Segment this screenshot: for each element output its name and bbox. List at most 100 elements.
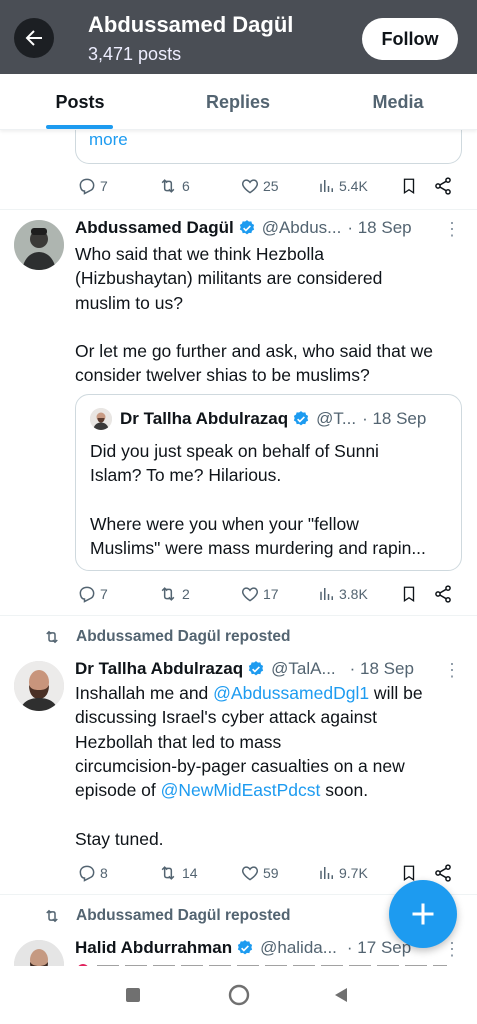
tweet-text-line: Stay tuned.: [75, 828, 164, 849]
tweet-text[interactable]: Inshallah me and @AbdussamedDgl1 will be…: [75, 681, 465, 851]
author-name[interactable]: Halid Abdurrahman: [75, 938, 232, 958]
quote-card-tail[interactable]: more: [75, 130, 462, 164]
triangle-back-icon: [335, 988, 347, 1002]
more-options-icon[interactable]: ⋮: [443, 218, 461, 240]
quoted-tweet-card[interactable]: Dr Tallha Abdulrazaq @T... · 18 Sep Did …: [75, 394, 462, 571]
tweet-text-line: discussing Israel's cyber attack against: [75, 707, 377, 728]
author-handle[interactable]: @Abdus...: [262, 218, 342, 238]
quoted-author-name: Dr Tallha Abdulrazaq: [120, 409, 289, 428]
tweet-header: Abdussamed Dagül @Abdus... · 18 Sep: [75, 215, 412, 241]
tab-posts[interactable]: Posts: [20, 74, 140, 130]
quoted-tweet-text: Did you just speak on behalf of Sunni Is…: [90, 439, 450, 560]
verified-badge-icon: [238, 219, 256, 237]
reply-button[interactable]: 7: [77, 171, 108, 201]
back-nav-button[interactable]: [328, 982, 354, 1008]
share-button[interactable]: [433, 171, 456, 201]
repost-icon: [161, 587, 175, 601]
tweet-text-line: muslim to us?: [75, 292, 183, 313]
post-count: 3,471 posts: [88, 44, 182, 64]
author-name[interactable]: Abdussamed Dagül: [75, 218, 234, 238]
back-button[interactable]: [14, 18, 54, 58]
author-handle[interactable]: @halida...: [260, 938, 337, 958]
like-count: 59: [263, 865, 279, 881]
share-icon: [435, 864, 451, 882]
views-button[interactable]: 3.8K: [318, 579, 368, 609]
follow-button[interactable]: Follow: [362, 18, 458, 60]
avatar[interactable]: [14, 940, 64, 966]
avatar[interactable]: [14, 661, 64, 711]
tweet-text-line: [75, 802, 465, 826]
repost-button[interactable]: 2: [157, 579, 190, 609]
heart-icon: [241, 587, 259, 602]
repost-indicator[interactable]: Abdussamed Dagül reposted: [42, 905, 290, 927]
bookmark-button[interactable]: [400, 579, 421, 609]
reply-count: 7: [100, 586, 108, 602]
repost-button[interactable]: 14: [157, 858, 198, 888]
avatar[interactable]: [14, 220, 64, 270]
tweet-text-line: consider twelver shias to be muslims?: [75, 365, 370, 386]
quoted-tweet-time: · 18 Sep: [362, 409, 427, 428]
views-icon: [320, 867, 333, 879]
tweet-text[interactable]: Who said that we think Hezbolla (Hizbush…: [75, 242, 465, 388]
reply-count: 7: [100, 178, 108, 194]
like-button[interactable]: 17: [240, 579, 279, 609]
tweet-text-line: circumcision-by-pager casualties on a ne…: [75, 755, 405, 776]
mention-link[interactable]: @NewMidEastPdcst: [161, 780, 321, 800]
repost-label: Abdussamed Dagül reposted: [76, 628, 291, 645]
more-options-icon[interactable]: ⋮: [443, 938, 461, 960]
author-handle[interactable]: @TalA...: [271, 659, 336, 679]
bookmark-button[interactable]: [400, 171, 421, 201]
active-tab-indicator: [46, 125, 113, 129]
recent-apps-button[interactable]: [120, 982, 146, 1008]
compose-post-button[interactable]: [389, 880, 457, 948]
avatar-photo-icon: [14, 940, 64, 966]
avatar-photo-icon: [14, 661, 64, 711]
home-button[interactable]: [226, 982, 252, 1008]
tweet-text-line: Hezbollah that led to mass: [75, 731, 282, 752]
tweet-text-line: Who said that we think Hezbolla: [75, 244, 325, 264]
repost-icon: [46, 909, 58, 923]
system-navigation-bar: [0, 966, 477, 1024]
reply-icon: [79, 865, 95, 882]
tweet-text-line: [75, 315, 465, 339]
tab-media[interactable]: Media: [338, 74, 458, 130]
like-button[interactable]: 25: [240, 171, 279, 201]
quoted-text-line: Islam? To me? Hilarious.: [90, 465, 282, 486]
repost-button[interactable]: 6: [157, 171, 190, 201]
repost-icon: [161, 866, 175, 880]
repost-indicator[interactable]: Abdussamed Dagül reposted: [42, 626, 290, 648]
author-name[interactable]: Dr Tallha Abdulrazaq: [75, 659, 243, 679]
quoted-avatar: [90, 408, 112, 430]
more-options-icon[interactable]: ⋮: [443, 659, 461, 681]
share-icon: [435, 585, 451, 603]
repost-count: 6: [182, 178, 190, 194]
views-button[interactable]: 5.4K: [318, 171, 368, 201]
timeline-feed[interactable]: more 7 6 25 5.4K Abdussamed Dagül @Abdus…: [0, 130, 477, 966]
quoted-text-line: [90, 488, 450, 512]
tweet-header: Dr Tallha Abdulrazaq @TalA... · 18 Sep: [75, 656, 414, 682]
tweet-header: Halid Abdurrahman @halida... · 17 Sep: [75, 935, 411, 961]
repost-icon: [161, 179, 175, 193]
tab-replies[interactable]: Replies: [178, 74, 298, 130]
show-more-link[interactable]: more: [89, 130, 128, 150]
like-button[interactable]: 59: [240, 858, 279, 888]
tweet-text-line: Or let me go further and ask, who said t…: [75, 341, 433, 362]
share-icon: [435, 177, 451, 195]
tweet-divider: [0, 209, 477, 210]
mention-link[interactable]: @AbdussamedDgl1: [213, 683, 369, 703]
views-button[interactable]: 9.7K: [318, 858, 368, 888]
avatar-photo-icon: [14, 220, 64, 270]
tweet-time[interactable]: · 18 Sep: [347, 218, 411, 238]
tweet-divider: [0, 615, 477, 616]
like-count: 17: [263, 586, 279, 602]
share-button[interactable]: [433, 579, 456, 609]
quoted-tweet-header: Dr Tallha Abdulrazaq @T... · 18 Sep: [120, 407, 426, 431]
reply-button[interactable]: 7: [77, 579, 108, 609]
reply-count: 8: [100, 865, 108, 881]
reply-button[interactable]: 8: [77, 858, 108, 888]
tweet-time[interactable]: · 18 Sep: [350, 659, 414, 679]
heart-icon: [241, 179, 259, 194]
reply-icon: [79, 586, 95, 603]
arrow-left-icon: [25, 30, 42, 46]
view-count: 3.8K: [339, 586, 368, 602]
